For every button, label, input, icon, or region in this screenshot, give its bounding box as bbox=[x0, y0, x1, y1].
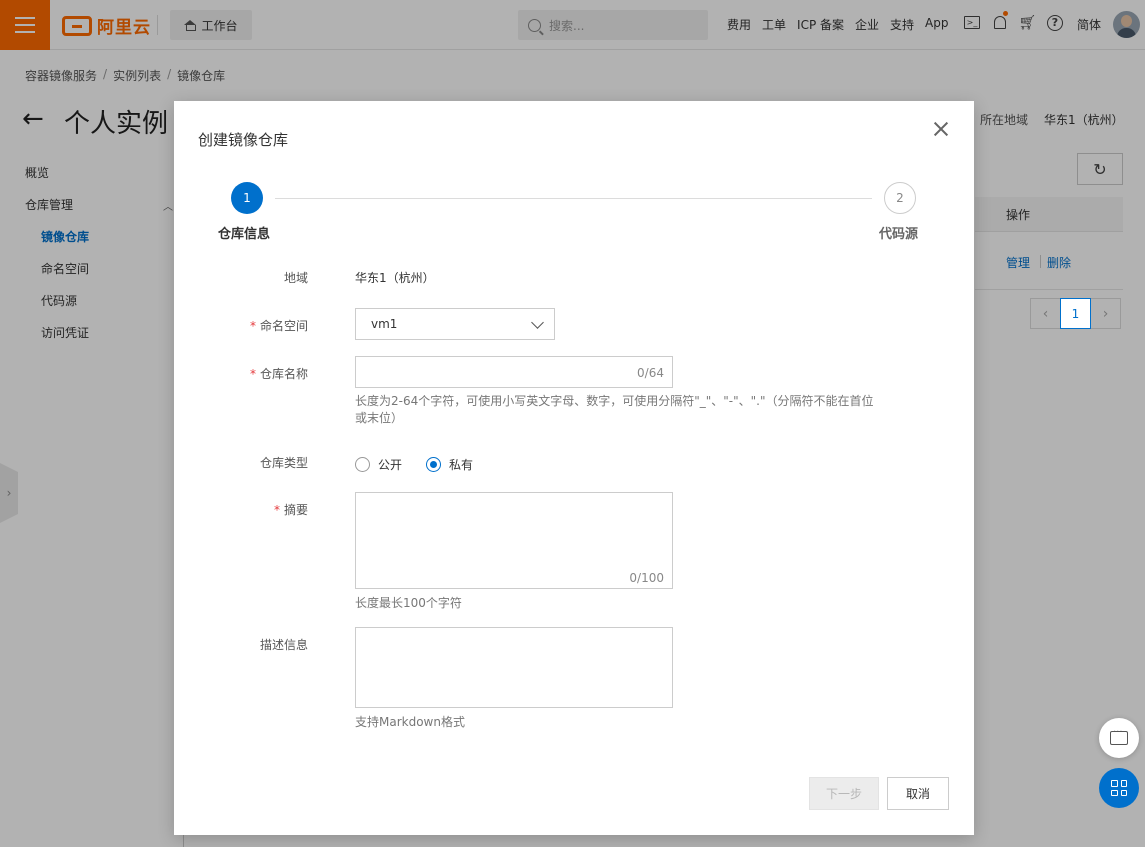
close-icon[interactable] bbox=[931, 119, 951, 139]
summary-label-text: 摘要 bbox=[283, 503, 308, 517]
radio-private[interactable]: 私有 bbox=[426, 456, 473, 473]
repo-name-counter: 0/64 bbox=[637, 366, 664, 380]
region-field-label: 地域 bbox=[283, 271, 308, 285]
create-repo-dialog: 创建镜像仓库 1 2 仓库信息 代码源 地域 华东1（杭州） * 命名空间 vm1… bbox=[174, 101, 974, 835]
chat-icon bbox=[1110, 727, 1128, 745]
next-step-button[interactable]: 下一步 bbox=[809, 777, 879, 810]
dialog-title: 创建镜像仓库 bbox=[198, 131, 289, 149]
namespace-label-text: 命名空间 bbox=[259, 319, 308, 333]
feedback-button[interactable] bbox=[1099, 718, 1139, 758]
region-field-value: 华东1（杭州） bbox=[355, 271, 435, 285]
summary-counter: 0/100 bbox=[629, 571, 664, 585]
repo-name-input[interactable]: 0/64 bbox=[355, 356, 673, 388]
radio-button[interactable] bbox=[355, 457, 370, 472]
radio-public[interactable]: 公开 bbox=[355, 456, 402, 473]
step-2-label: 代码源 bbox=[879, 227, 919, 242]
summary-field-label: * 摘要 bbox=[274, 501, 308, 518]
page-number[interactable]: 1 bbox=[1060, 298, 1091, 329]
chevron-down-icon bbox=[531, 316, 544, 329]
repo-name-label-text: 仓库名称 bbox=[259, 367, 308, 381]
radio-button-selected[interactable] bbox=[426, 457, 442, 472]
repo-name-field-label: * 仓库名称 bbox=[250, 365, 308, 382]
summary-help: 长度最长100个字符 bbox=[355, 596, 462, 610]
cancel-button[interactable]: 取消 bbox=[887, 777, 949, 810]
required-mark: * bbox=[249, 319, 256, 333]
repo-type-field-label: 仓库类型 bbox=[259, 456, 308, 470]
required-mark: * bbox=[273, 503, 280, 517]
apps-grid-icon bbox=[1111, 780, 1127, 796]
namespace-selected-value: vm1 bbox=[371, 317, 398, 331]
namespace-field-label: * 命名空间 bbox=[250, 317, 308, 334]
description-field-label: 描述信息 bbox=[259, 638, 308, 652]
description-help: 支持Markdown格式 bbox=[355, 715, 465, 729]
description-textarea[interactable] bbox=[355, 627, 673, 708]
step-2-indicator: 2 bbox=[884, 182, 916, 214]
step-1-label: 仓库信息 bbox=[218, 227, 271, 242]
required-mark: * bbox=[249, 367, 256, 381]
radio-private-label: 私有 bbox=[449, 458, 474, 472]
summary-textarea[interactable]: 0/100 bbox=[355, 492, 673, 589]
repo-name-help: 长度为2-64个字符，可使用小写英文字母、数字，可使用分隔符"_"、"-"、".… bbox=[355, 394, 874, 425]
namespace-select[interactable]: vm1 bbox=[355, 308, 555, 340]
repo-type-radio-group: 公开 私有 bbox=[355, 456, 473, 473]
quick-apps-button[interactable] bbox=[1099, 768, 1139, 808]
radio-public-label: 公开 bbox=[378, 458, 403, 472]
step-connector bbox=[275, 198, 872, 199]
step-1-indicator: 1 bbox=[231, 182, 263, 214]
